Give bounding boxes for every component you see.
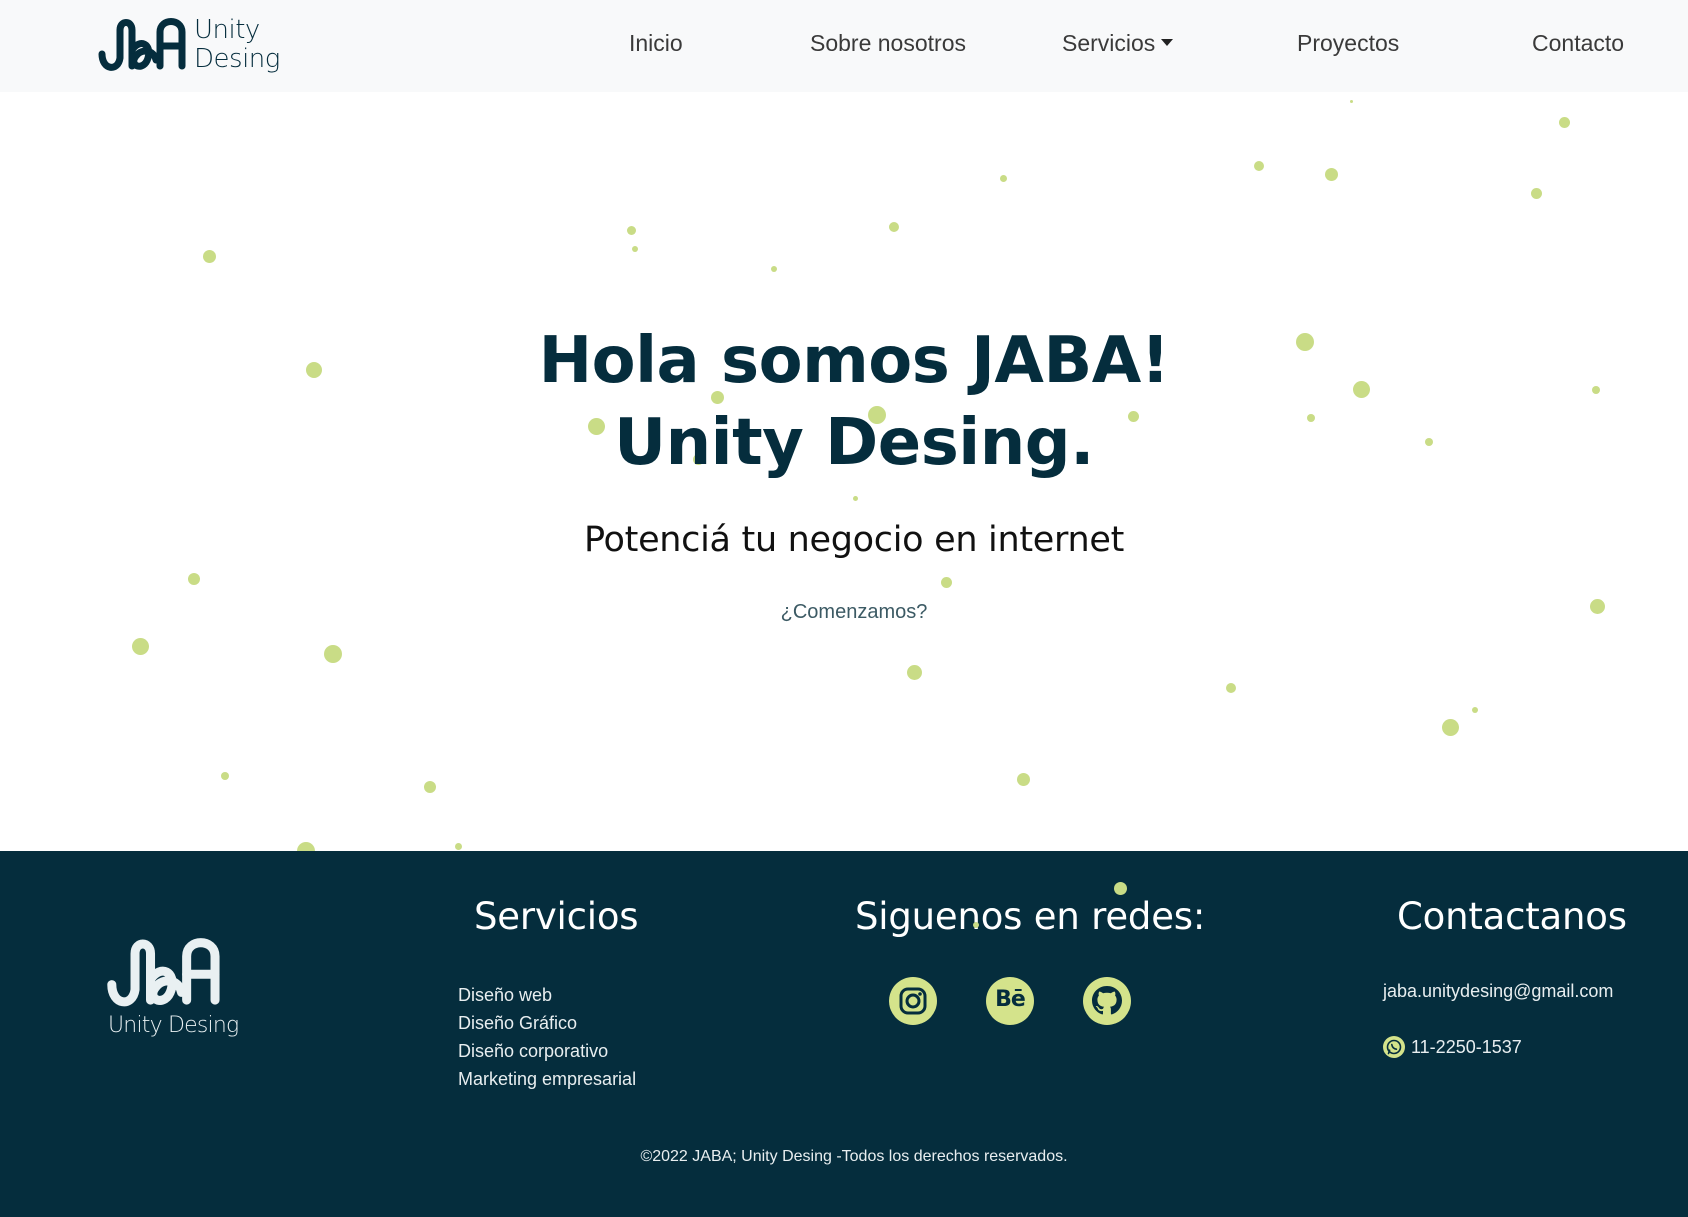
caret-down-icon [1161, 39, 1174, 46]
particle-dot [1016, 772, 1030, 786]
particle-dot [1349, 99, 1353, 103]
github-icon [1092, 986, 1122, 1015]
footer-services-heading: Servicios [474, 895, 639, 938]
particle-dot [771, 266, 777, 272]
contact-phone[interactable]: 11-2250-1537 [1383, 1036, 1522, 1058]
particle-dot [454, 842, 462, 850]
particle-dot [221, 772, 229, 780]
nav-item-inicio[interactable]: Inicio [629, 30, 683, 57]
jaba-logo-icon [107, 938, 220, 1007]
contact-phone-text: 11-2250-1537 [1411, 1036, 1522, 1057]
particle-dot [940, 576, 952, 588]
brand-logo[interactable]: Unity Desing [98, 14, 280, 76]
navbar: Unity Desing Inicio Sobre nosotros Servi… [0, 0, 1688, 92]
footer: Unity Desing Servicios Diseño web Diseño… [0, 851, 1688, 1217]
hero-title-line-2: Unity Desing. [614, 406, 1094, 480]
nav-item-contacto[interactable]: Contacto [1532, 30, 1624, 57]
particle-dot [1441, 718, 1459, 736]
behance-icon: Bē [995, 987, 1026, 1012]
particle-dot [188, 573, 200, 585]
footer-logo: Unity Desing [106, 933, 239, 1053]
particle-dot [852, 495, 858, 501]
github-button[interactable] [1083, 977, 1131, 1025]
particle-dot [131, 637, 149, 655]
particle-dot [626, 225, 636, 235]
whatsapp-icon [1383, 1036, 1405, 1058]
particle-dot [1226, 683, 1236, 693]
particle-dot [889, 222, 899, 232]
logo-text: Unity Desing [194, 15, 280, 74]
nav-item-servicios-dropdown[interactable]: Servicios [1062, 30, 1174, 57]
nav-item-proyectos[interactable]: Proyectos [1297, 30, 1399, 57]
hero-title: Hola somos JABA! Unity Desing. [0, 320, 1688, 484]
particle-dot [1472, 707, 1478, 713]
footer-contact-heading: Contactanos [1397, 895, 1627, 938]
footer-services-list: Diseño web Diseño Gráfico Diseño corpora… [458, 981, 636, 1093]
jaba-logo-icon [98, 18, 186, 71]
contact-email[interactable]: jaba.unitydesing@gmail.com [1383, 981, 1613, 1002]
footer-service-item[interactable]: Marketing empresarial [458, 1065, 636, 1093]
particle-dot [999, 174, 1007, 182]
particle-dot [1558, 116, 1570, 128]
particle-dot [1530, 187, 1542, 199]
nav-item-servicios-label: Servicios [1062, 30, 1156, 56]
footer-service-item[interactable]: Diseño corporativo [458, 1037, 636, 1065]
instagram-icon [899, 987, 927, 1015]
footer-social-heading: Siguenos en redes: [855, 895, 1206, 938]
behance-button[interactable]: Bē [986, 977, 1034, 1025]
hero-title-line-1: Hola somos JABA! [538, 324, 1170, 398]
instagram-button[interactable] [889, 977, 937, 1025]
nav-item-sobre-nosotros[interactable]: Sobre nosotros [810, 30, 966, 57]
footer-logo-text: Unity Desing [108, 1013, 239, 1038]
particle-dot [906, 664, 922, 680]
particle-dot [632, 246, 638, 252]
start-link[interactable]: ¿Comenzamos? [0, 601, 1688, 624]
copyright: ©2022 JABA; Unity Desing -Todos los dere… [640, 1148, 1068, 1165]
particle-dot [1324, 167, 1338, 181]
footer-service-item[interactable]: Diseño web [458, 981, 636, 1009]
particle-dot [1113, 881, 1127, 895]
footer-service-item[interactable]: Diseño Gráfico [458, 1009, 636, 1037]
hero-subtitle: Potenciá tu negocio en internet [583, 520, 1125, 560]
particle-dot [202, 249, 216, 263]
particle-dot [424, 781, 436, 793]
particle-dot [1254, 161, 1264, 171]
particle-dot [324, 645, 342, 663]
particle-dot [973, 922, 979, 928]
